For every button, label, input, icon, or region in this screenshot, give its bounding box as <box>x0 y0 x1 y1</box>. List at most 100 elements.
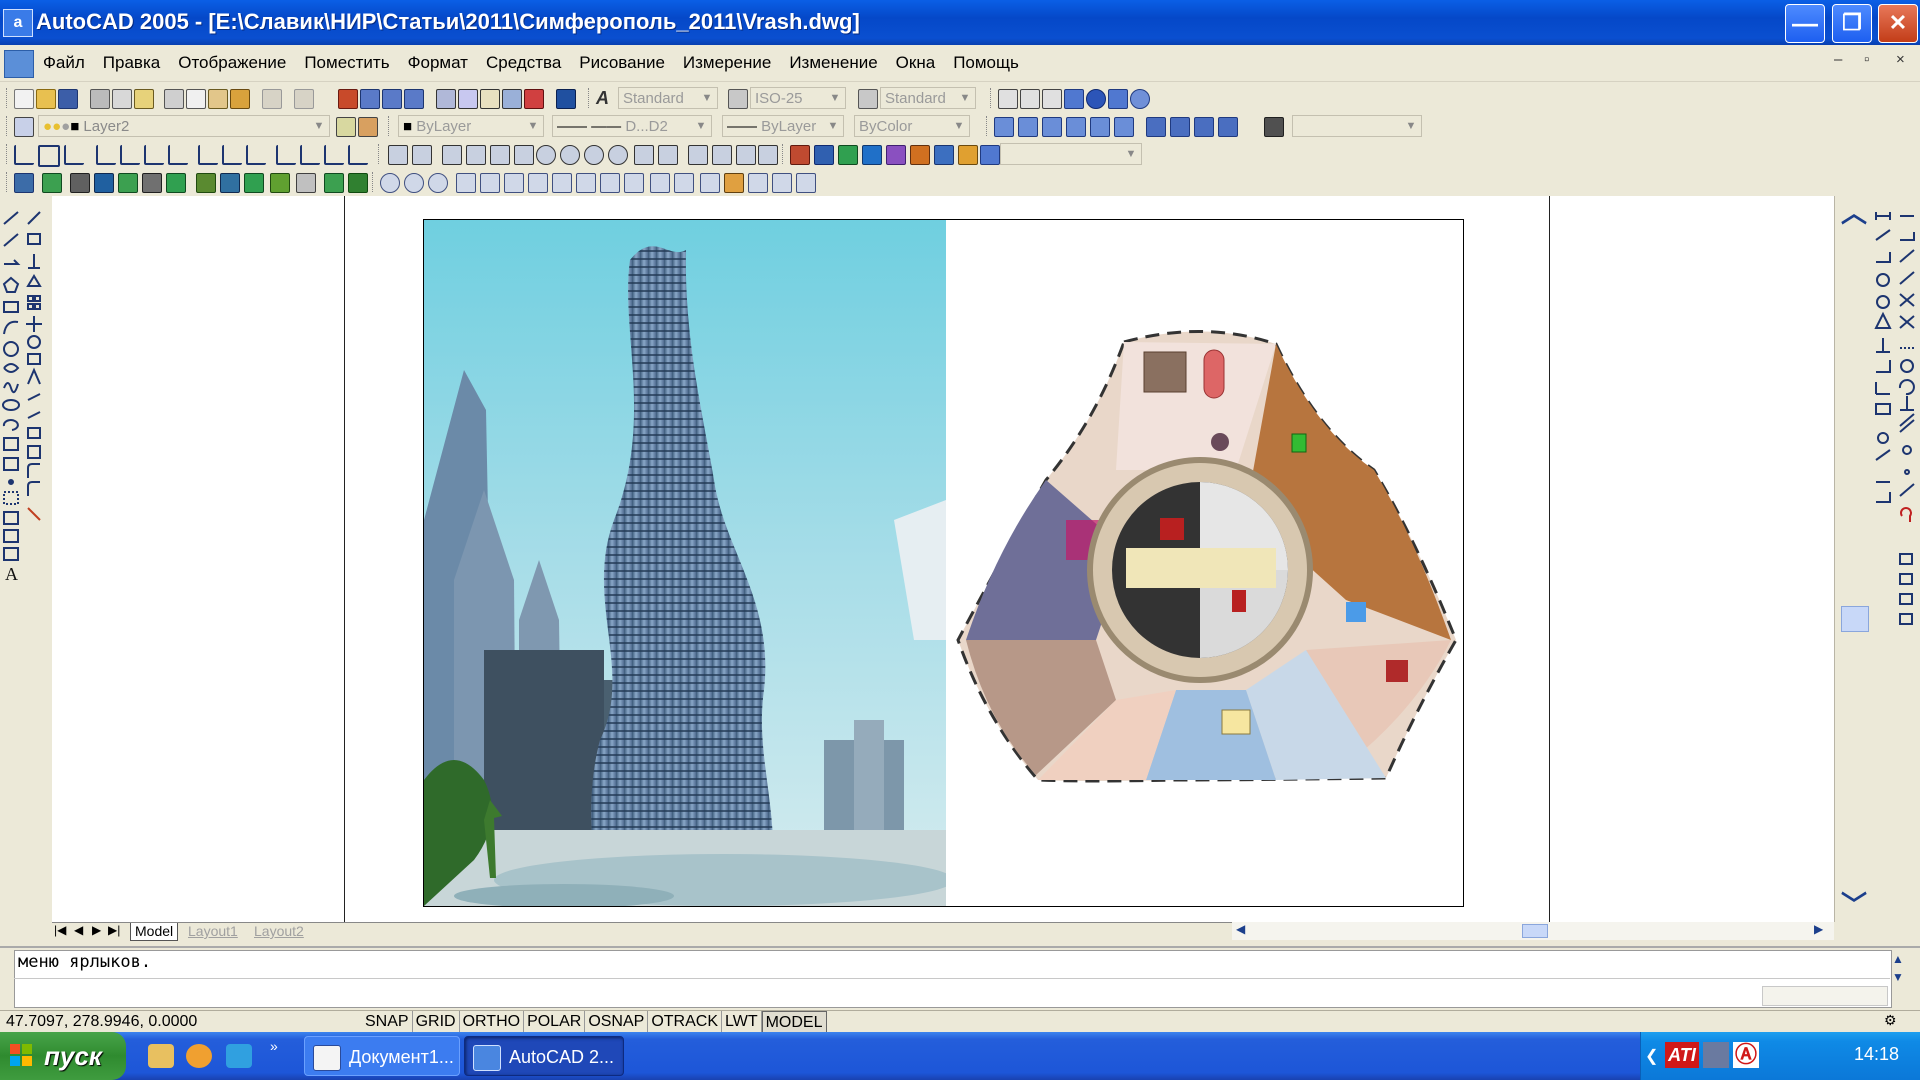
view-se-iso-icon[interactable] <box>1170 117 1190 137</box>
toolbar-grip[interactable] <box>990 88 994 108</box>
move-faces-icon[interactable] <box>480 173 500 193</box>
cone-icon[interactable] <box>490 145 510 165</box>
dim-edit-icon[interactable] <box>324 145 344 165</box>
tab-first-icon[interactable]: |◀ <box>54 923 66 937</box>
raster-image-icon[interactable] <box>838 145 858 165</box>
ruled-surface-icon[interactable] <box>736 145 756 165</box>
toolbar-grip[interactable] <box>6 88 10 108</box>
dim-angular-icon[interactable] <box>144 145 164 165</box>
zoom-realtime-icon[interactable] <box>360 89 380 109</box>
menu-draw[interactable]: Рисование <box>570 53 674 73</box>
layout-wizard-icon[interactable] <box>934 145 954 165</box>
color-faces-icon[interactable] <box>624 173 644 193</box>
hyperlink-icon[interactable] <box>886 145 906 165</box>
autocad-app-icon[interactable]: a <box>3 9 33 37</box>
menu-window[interactable]: Окна <box>887 53 945 73</box>
undo-icon[interactable] <box>262 89 282 109</box>
mdi-minimize-button[interactable]: – <box>1834 51 1842 68</box>
sheet-set-icon[interactable] <box>502 89 522 109</box>
subtract-icon[interactable] <box>404 173 424 193</box>
toolbar-grip[interactable] <box>372 172 376 192</box>
pan-icon[interactable] <box>338 89 358 109</box>
ref-close-icon[interactable] <box>296 173 316 193</box>
menu-view[interactable]: Отображение <box>169 53 295 73</box>
spline-edit-icon[interactable] <box>94 173 114 193</box>
table-style-select[interactable]: Standard ▼ <box>880 87 976 109</box>
delete-faces-icon[interactable] <box>528 173 548 193</box>
menu-format[interactable]: Формат <box>399 53 477 73</box>
plot-device-select[interactable]: ▼ <box>1000 143 1142 165</box>
solid-box-icon[interactable] <box>388 145 408 165</box>
table-style-icon[interactable] <box>858 89 878 109</box>
design-center-icon[interactable] <box>458 89 478 109</box>
offset-faces-icon[interactable] <box>504 173 524 193</box>
tolerance-icon[interactable] <box>276 145 296 165</box>
make-current-layer-icon[interactable] <box>336 117 356 137</box>
redo-icon[interactable] <box>294 89 314 109</box>
render-icon[interactable] <box>1108 89 1128 109</box>
dim-continue-icon[interactable] <box>222 145 242 165</box>
publish-icon[interactable] <box>134 89 154 109</box>
named-views-select[interactable]: ▼ <box>1292 115 1422 137</box>
ortho-toggle[interactable]: ORTHO <box>460 1011 525 1033</box>
tab-model[interactable]: Model <box>130 923 179 941</box>
quick-launch-expand-icon[interactable]: » <box>270 1038 278 1054</box>
shade-icon[interactable] <box>1064 89 1084 109</box>
view-bottom-icon[interactable] <box>1018 117 1038 137</box>
insert-block-icon[interactable] <box>790 145 810 165</box>
menu-insert[interactable]: Поместить <box>295 53 398 73</box>
command-hscrollbar[interactable] <box>1762 986 1888 1006</box>
otrack-toggle[interactable]: OTRACK <box>648 1011 722 1033</box>
separate-icon[interactable] <box>748 173 768 193</box>
3d-mesh-icon[interactable] <box>658 145 678 165</box>
show-desktop-icon[interactable] <box>148 1044 174 1068</box>
mdi-close-button[interactable]: × <box>1896 51 1905 68</box>
torus-icon[interactable] <box>608 145 628 165</box>
view-front-icon[interactable] <box>1090 117 1110 137</box>
layer-manager-icon[interactable] <box>14 117 34 137</box>
ole-object-icon[interactable] <box>862 145 882 165</box>
clean-icon[interactable] <box>724 173 744 193</box>
scroll-down-icon[interactable]: ﹀ <box>1839 890 1869 920</box>
acrobat-tray-icon[interactable]: Ⓐ <box>1733 1042 1759 1068</box>
scroll-up-icon[interactable]: ︿ <box>1839 198 1869 228</box>
attribute-edit-icon[interactable] <box>118 173 138 193</box>
ref-save-icon[interactable] <box>270 173 290 193</box>
external-ref-icon[interactable] <box>910 145 930 165</box>
network-tray-icon[interactable] <box>1703 1042 1729 1068</box>
menu-file[interactable]: Файл <box>34 53 94 73</box>
dim-linear-icon[interactable] <box>14 145 34 165</box>
check-icon[interactable] <box>796 173 816 193</box>
save-icon[interactable] <box>58 89 78 109</box>
markup-icon[interactable] <box>524 89 544 109</box>
pyramid-icon[interactable] <box>466 145 486 165</box>
zoom-window-icon[interactable] <box>382 89 402 109</box>
scroll-up-icon[interactable]: ▲ <box>1892 952 1904 966</box>
dim-radius-icon[interactable] <box>96 145 116 165</box>
page-setup-icon[interactable] <box>958 145 978 165</box>
mdi-restore-button[interactable]: ▫ <box>1864 51 1869 68</box>
window-titlebar[interactable]: a AutoCAD 2005 - [E:\Славик\НИР\Статьи\2… <box>0 0 1920 45</box>
draw-order-icon[interactable] <box>14 173 34 193</box>
sphere-icon[interactable] <box>1086 89 1106 109</box>
restore-button[interactable]: ❐ <box>1832 4 1872 43</box>
attach-xref-icon[interactable] <box>814 145 834 165</box>
command-history[interactable] <box>14 950 1892 1008</box>
camera-view-icon[interactable] <box>1264 117 1284 137</box>
plotstyle-select[interactable]: ByColor ▼ <box>854 115 970 137</box>
tab-prev-icon[interactable]: ◀ <box>74 923 83 937</box>
sphere-mesh-icon[interactable] <box>536 145 556 165</box>
ati-tray-icon[interactable]: ATI <box>1665 1042 1699 1068</box>
dim-aligned-icon[interactable] <box>38 145 60 167</box>
block-attribute-icon[interactable] <box>142 173 162 193</box>
taskbar-clock[interactable]: 14:18 <box>1854 1044 1899 1065</box>
leader-icon[interactable] <box>246 145 266 165</box>
copy-faces-icon[interactable] <box>600 173 620 193</box>
zoom-previous-icon[interactable] <box>404 89 424 109</box>
scroll-thumb[interactable] <box>1841 606 1869 632</box>
cursor-coordinates[interactable]: 47.7097, 278.9946, 0.0000 <box>6 1013 197 1031</box>
ref-remove-icon[interactable] <box>244 173 264 193</box>
quick-launch-app-icon[interactable] <box>226 1044 252 1068</box>
scroll-left-icon[interactable]: ◀ <box>1236 922 1245 936</box>
toolbar-grip[interactable] <box>6 144 10 164</box>
